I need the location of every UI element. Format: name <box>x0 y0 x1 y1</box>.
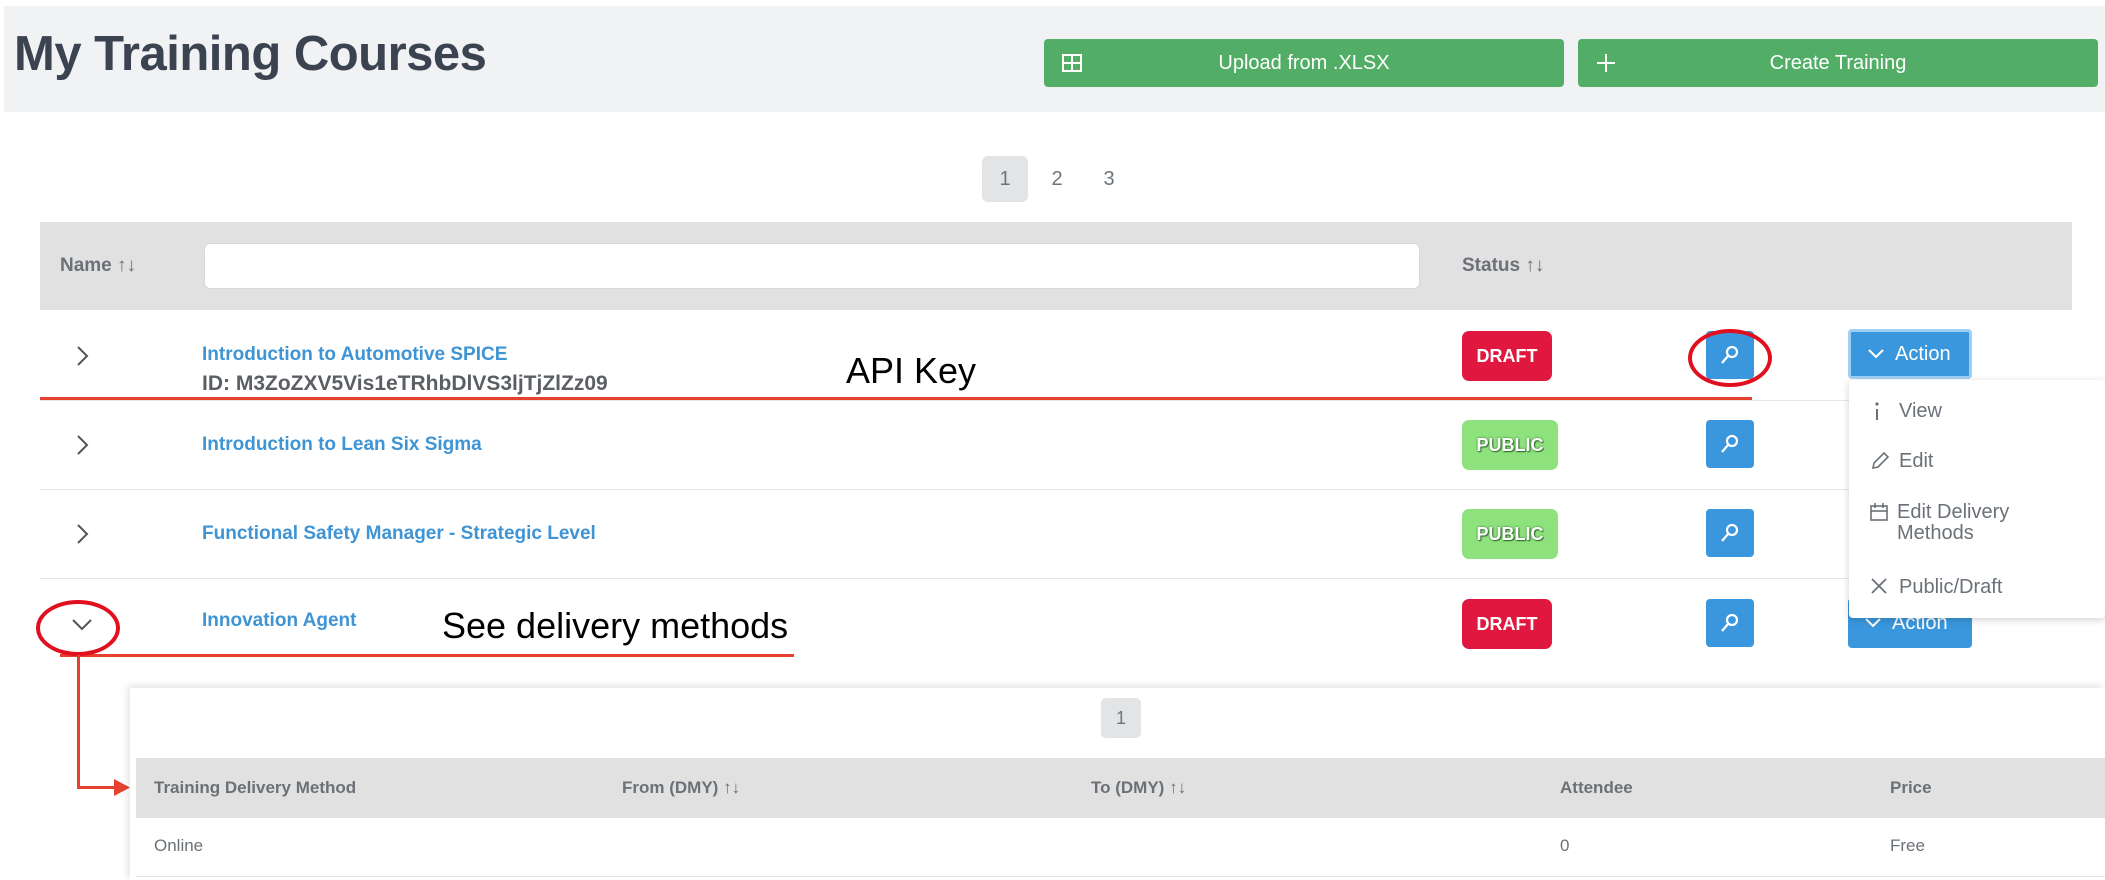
chevron-right-icon <box>77 524 89 544</box>
api-key-button[interactable] <box>1706 599 1754 647</box>
menu-item-label: View <box>1899 400 1942 422</box>
menu-item-label: Edit Delivery Methods <box>1897 501 2010 544</box>
create-training-label: Create Training <box>1769 51 1907 74</box>
expand-highlight-circle <box>36 600 120 656</box>
course-name-link[interactable]: Functional Safety Manager - Strategic Le… <box>202 523 596 545</box>
upload-xlsx-button[interactable]: Upload from .XLSX <box>1044 39 1564 87</box>
page-2[interactable]: 2 <box>1042 156 1072 202</box>
menu-item-view[interactable]: View <box>1869 400 1942 428</box>
attendee-header: Attendee <box>1560 778 1633 797</box>
row-divider <box>40 400 1850 401</box>
api-key-annotation: API Key <box>846 350 977 391</box>
to-header-label: To (DMY) <box>1091 778 1165 797</box>
expand-row-button[interactable] <box>70 522 94 546</box>
expand-row-button[interactable] <box>70 433 94 457</box>
name-header-label: Name <box>60 255 112 276</box>
key-icon <box>1721 613 1739 632</box>
api-key-underline <box>40 397 1752 400</box>
sort-icon: ↑↓ <box>723 778 741 797</box>
api-key-button[interactable] <box>1706 509 1754 557</box>
chevron-down-icon <box>1868 349 1884 359</box>
menu-item-label: Public/Draft <box>1899 576 2003 598</box>
page-3[interactable]: 3 <box>1094 156 1124 202</box>
status-badge: DRAFT <box>1462 331 1552 381</box>
key-icon <box>1721 523 1739 542</box>
key-icon <box>1721 434 1739 453</box>
name-column-header[interactable]: Name ↑↓ <box>60 255 136 277</box>
from-column-header[interactable]: From (DMY) ↑↓ <box>622 778 740 798</box>
status-column-header[interactable]: Status ↑↓ <box>1462 255 1544 277</box>
price-header: Price <box>1890 778 1932 797</box>
status-badge: DRAFT <box>1462 599 1552 649</box>
status-badge: PUBLIC <box>1462 509 1558 559</box>
menu-item-edit-delivery[interactable]: Edit Delivery Methods <box>1869 502 2069 544</box>
action-button[interactable]: Action <box>1848 329 1972 379</box>
create-training-button[interactable]: Create Training <box>1578 39 2098 87</box>
course-name-link[interactable]: Introduction to Automotive SPICE <box>202 344 507 366</box>
menu-item-edit[interactable]: Edit <box>1869 450 1933 478</box>
delivery-method-cell: Online <box>154 836 204 855</box>
info-icon <box>1869 400 1891 428</box>
table-icon <box>1058 49 1086 77</box>
name-search-input[interactable] <box>204 243 1420 289</box>
sort-icon: ↑↓ <box>1169 778 1187 797</box>
action-menu: View Edit Edit Delivery Methods Public/D… <box>1849 380 2105 618</box>
status-header-label: Status <box>1462 255 1521 276</box>
attendee-cell: 0 <box>1560 836 1570 855</box>
status-badge: PUBLIC <box>1462 420 1558 470</box>
close-icon <box>1869 576 1891 602</box>
upload-xlsx-label: Upload from .XLSX <box>1218 51 1390 74</box>
delivery-annotation: See delivery methods <box>442 605 789 646</box>
delivery-method-header: Training Delivery Method <box>154 778 357 797</box>
page-title: My Training Courses <box>14 27 487 81</box>
course-name-link[interactable]: Innovation Agent <box>202 610 356 632</box>
delivery-underline <box>60 654 794 657</box>
chevron-right-icon <box>77 346 89 366</box>
from-header-label: From (DMY) <box>622 778 719 797</box>
row-divider <box>40 578 1850 579</box>
menu-item-label: Edit <box>1899 450 1934 472</box>
arrow-line-horizontal <box>77 786 117 789</box>
sort-icon: ↑↓ <box>117 255 137 276</box>
api-key-button[interactable] <box>1706 420 1754 468</box>
price-cell: Free <box>1890 836 1925 855</box>
calendar-icon <box>1869 502 1889 527</box>
to-column-header[interactable]: To (DMY) ↑↓ <box>1091 778 1186 798</box>
sort-icon: ↑↓ <box>1525 255 1545 276</box>
page-1[interactable]: 1 <box>982 156 1028 202</box>
pencil-icon <box>1869 450 1891 478</box>
row-divider <box>40 489 1850 490</box>
chevron-right-icon <box>77 435 89 455</box>
menu-item-public-draft[interactable]: Public/Draft <box>1869 576 2002 602</box>
course-id: ID: M3ZoZXV5Vis1eTRhbDlVS3ljTjZlZz09 <box>202 372 608 395</box>
arrow-line-vertical <box>77 655 80 789</box>
course-name-link[interactable]: Introduction to Lean Six Sigma <box>202 434 482 456</box>
action-button-label: Action <box>1895 342 1951 365</box>
expand-row-button[interactable] <box>70 344 94 368</box>
delivery-page-1[interactable]: 1 <box>1101 698 1141 738</box>
plus-icon <box>1592 49 1620 77</box>
api-key-highlight-circle <box>1688 329 1772 387</box>
row-divider <box>136 876 2105 877</box>
